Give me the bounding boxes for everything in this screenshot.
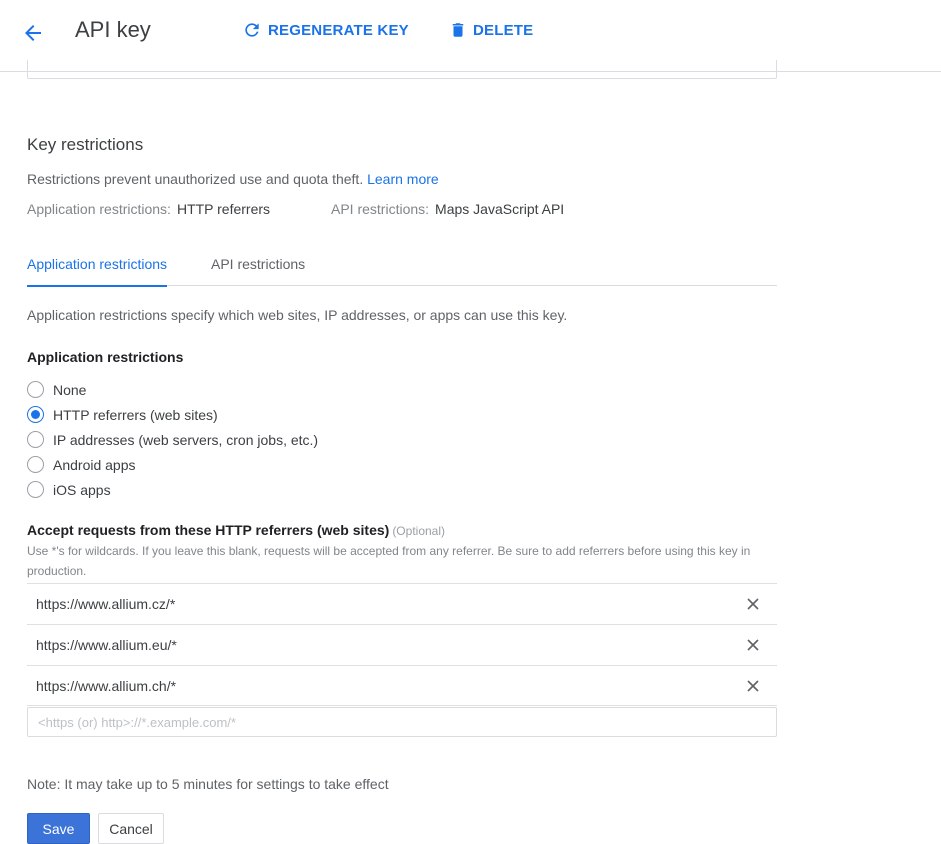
back-button[interactable] xyxy=(18,18,48,48)
refresh-icon xyxy=(245,23,259,37)
radio-label: Android apps xyxy=(53,456,136,473)
key-restrictions-description: Restrictions prevent unauthorized use an… xyxy=(27,171,439,187)
remove-referrer-button[interactable] xyxy=(745,637,761,653)
regenerate-key-button[interactable]: REGENERATE KEY xyxy=(242,20,409,40)
optional-label: (Optional) xyxy=(392,524,445,538)
referrer-value: https://www.allium.eu/* xyxy=(36,637,177,653)
referrers-title: Accept requests from these HTTP referrer… xyxy=(27,522,390,538)
remove-referrer-button[interactable] xyxy=(745,678,761,694)
close-icon xyxy=(747,598,759,610)
referrer-row: https://www.allium.ch/* xyxy=(27,665,777,706)
trash-icon xyxy=(452,23,464,37)
api-restriction-label: API restrictions: xyxy=(331,201,430,217)
radio-label: IP addresses (web servers, cron jobs, et… xyxy=(53,431,319,448)
key-restrictions-title: Key restrictions xyxy=(27,135,144,154)
tab-api-restrictions[interactable]: API restrictions xyxy=(211,256,305,286)
tab-description: Application restrictions specify which w… xyxy=(27,307,568,323)
new-referrer-input[interactable] xyxy=(27,707,777,737)
close-icon xyxy=(747,639,759,651)
radio-option-ip-addresses[interactable]: IP addresses (web servers, cron jobs, et… xyxy=(27,431,318,448)
app-restrictions-heading: Application restrictions xyxy=(27,349,184,365)
radio-button[interactable] xyxy=(27,381,44,398)
radio-button[interactable] xyxy=(27,431,44,448)
referrers-heading: Accept requests from these HTTP referrer… xyxy=(27,522,445,538)
previous-field-stub xyxy=(27,60,777,79)
save-button[interactable]: Save xyxy=(27,813,90,844)
referrer-list: https://www.allium.cz/* https://www.alli… xyxy=(27,583,777,706)
referrer-row: https://www.allium.cz/* xyxy=(27,583,777,624)
referrer-value: https://www.allium.cz/* xyxy=(36,596,176,612)
radio-button[interactable] xyxy=(27,456,44,473)
delete-label: DELETE xyxy=(473,21,534,39)
learn-more-link[interactable]: Learn more xyxy=(367,171,439,187)
radio-option-http-referrers[interactable]: HTTP referrers (web sites) xyxy=(27,406,218,423)
regenerate-key-label: REGENERATE KEY xyxy=(268,21,409,39)
close-icon xyxy=(747,679,759,692)
restriction-tabs: Application restrictions API restriction… xyxy=(27,248,777,287)
radio-label: None xyxy=(53,381,87,398)
cancel-button[interactable]: Cancel xyxy=(98,813,164,844)
radio-option-ios-apps[interactable]: iOS apps xyxy=(27,481,111,498)
remove-referrer-button[interactable] xyxy=(745,596,761,612)
app-restriction-value: HTTP referrers xyxy=(176,201,271,217)
referrer-row: https://www.allium.eu/* xyxy=(27,624,777,665)
api-restriction-value: Maps JavaScript API xyxy=(435,201,565,217)
arrow-back-icon xyxy=(25,25,41,41)
referrers-help-text: Use *'s for wildcards. If you leave this… xyxy=(27,544,751,578)
radio-label: iOS apps xyxy=(53,481,111,498)
settings-note: Note: It may take up to 5 minutes for se… xyxy=(27,776,389,792)
tab-application-restrictions[interactable]: Application restrictions xyxy=(27,256,168,287)
radio-button[interactable] xyxy=(27,481,44,498)
radio-option-none[interactable]: None xyxy=(27,381,86,398)
app-restriction-summary: Application restrictions: HTTP referrers xyxy=(27,201,270,217)
page-title: API key xyxy=(75,17,151,42)
api-restriction-summary: API restrictions: Maps JavaScript API xyxy=(331,201,564,217)
referrer-value: https://www.allium.ch/* xyxy=(36,677,177,694)
app-restriction-label: Application restrictions: xyxy=(27,201,171,217)
radio-button-checked[interactable] xyxy=(27,406,44,423)
description-text: Restrictions prevent unauthorized use an… xyxy=(27,171,364,187)
radio-option-android-apps[interactable]: Android apps xyxy=(27,456,136,473)
radio-label: HTTP referrers (web sites) xyxy=(53,406,218,423)
delete-button[interactable]: DELETE xyxy=(449,20,533,40)
